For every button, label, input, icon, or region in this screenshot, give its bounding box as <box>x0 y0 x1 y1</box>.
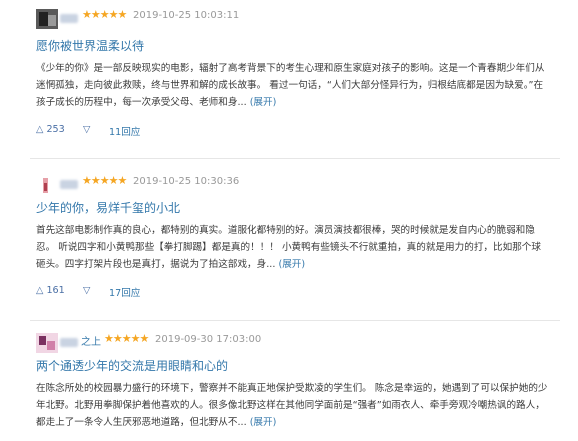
review-title[interactable]: 少年的你，易烊千玺的小北 <box>36 199 180 216</box>
review-title[interactable]: 愿你被世界温柔以待 <box>36 37 144 54</box>
downvote-icon[interactable]: ▽ <box>83 285 90 296</box>
review-body: 首先这部电影制作真的良心，都特别的真实。道服化都特别的好。演员演技都很棒，哭的时… <box>36 222 550 273</box>
review-header: 之上 ★★★★★ 2019-09-30 17:03:00 <box>0 331 578 355</box>
expand-link[interactable]: (展开) <box>278 259 305 270</box>
avatar[interactable] <box>36 9 58 29</box>
divider <box>30 320 560 321</box>
upvote-button[interactable]: △ 161 <box>36 285 65 296</box>
replies-link[interactable]: 11回应 <box>109 124 140 138</box>
rating-stars: ★★★★★ <box>82 8 127 21</box>
review-item: 之上 ★★★★★ 2019-09-30 17:03:00 两个通透少年的交流是用… <box>0 328 578 441</box>
username-blurred[interactable] <box>60 14 78 23</box>
review-footer: △ 253 ▽ 11回应 <box>36 124 236 140</box>
upvote-icon: △ <box>36 124 44 135</box>
username-blurred[interactable] <box>60 338 78 347</box>
username-blurred[interactable] <box>60 180 78 189</box>
avatar[interactable] <box>36 175 58 195</box>
review-item: ★★★★★ 2019-10-25 10:30:36 少年的你，易烊千玺的小北 首… <box>0 168 578 318</box>
downvote-icon[interactable]: ▽ <box>83 124 90 135</box>
review-header: ★★★★★ 2019-10-25 10:03:11 <box>0 7 578 31</box>
review-item: ★★★★★ 2019-10-25 10:03:11 愿你被世界温柔以待 《少年的… <box>0 0 578 150</box>
upvote-button[interactable]: △ 253 <box>36 124 65 135</box>
divider <box>30 158 560 159</box>
rating-stars: ★★★★★ <box>104 332 149 345</box>
avatar[interactable] <box>36 333 58 353</box>
review-header: ★★★★★ 2019-10-25 10:30:36 <box>0 173 578 197</box>
review-body: 《少年的你》是一部反映现实的电影，辐射了高考背景下的考生心理和原生家庭对孩子的影… <box>36 60 550 111</box>
upvote-count: 161 <box>46 285 65 296</box>
replies-link[interactable]: 17回应 <box>109 285 140 299</box>
review-footer: △ 161 ▽ 17回应 <box>36 285 236 301</box>
review-body: 在陈念所处的校园暴力盛行的环境下，警察并不能真正地保护受欺凌的学生们。 陈念是幸… <box>36 380 550 431</box>
expand-link[interactable]: (展开) <box>250 417 277 428</box>
upvote-icon: △ <box>36 285 44 296</box>
review-time: 2019-09-30 17:03:00 <box>155 334 262 345</box>
review-time: 2019-10-25 10:30:36 <box>133 176 240 187</box>
username-suffix[interactable]: 之上 <box>81 333 101 348</box>
review-title[interactable]: 两个通透少年的交流是用眼睛和心的 <box>36 357 228 374</box>
review-time: 2019-10-25 10:03:11 <box>133 10 240 21</box>
review-text: 《少年的你》是一部反映现实的电影，辐射了高考背景下的考生心理和原生家庭对孩子的影… <box>36 63 545 108</box>
review-text: 在陈念所处的校园暴力盛行的环境下，警察并不能真正地保护受欺凌的学生们。 陈念是幸… <box>36 383 548 428</box>
expand-link[interactable]: (展开) <box>250 97 277 108</box>
rating-stars: ★★★★★ <box>82 174 127 187</box>
upvote-count: 253 <box>46 124 65 135</box>
